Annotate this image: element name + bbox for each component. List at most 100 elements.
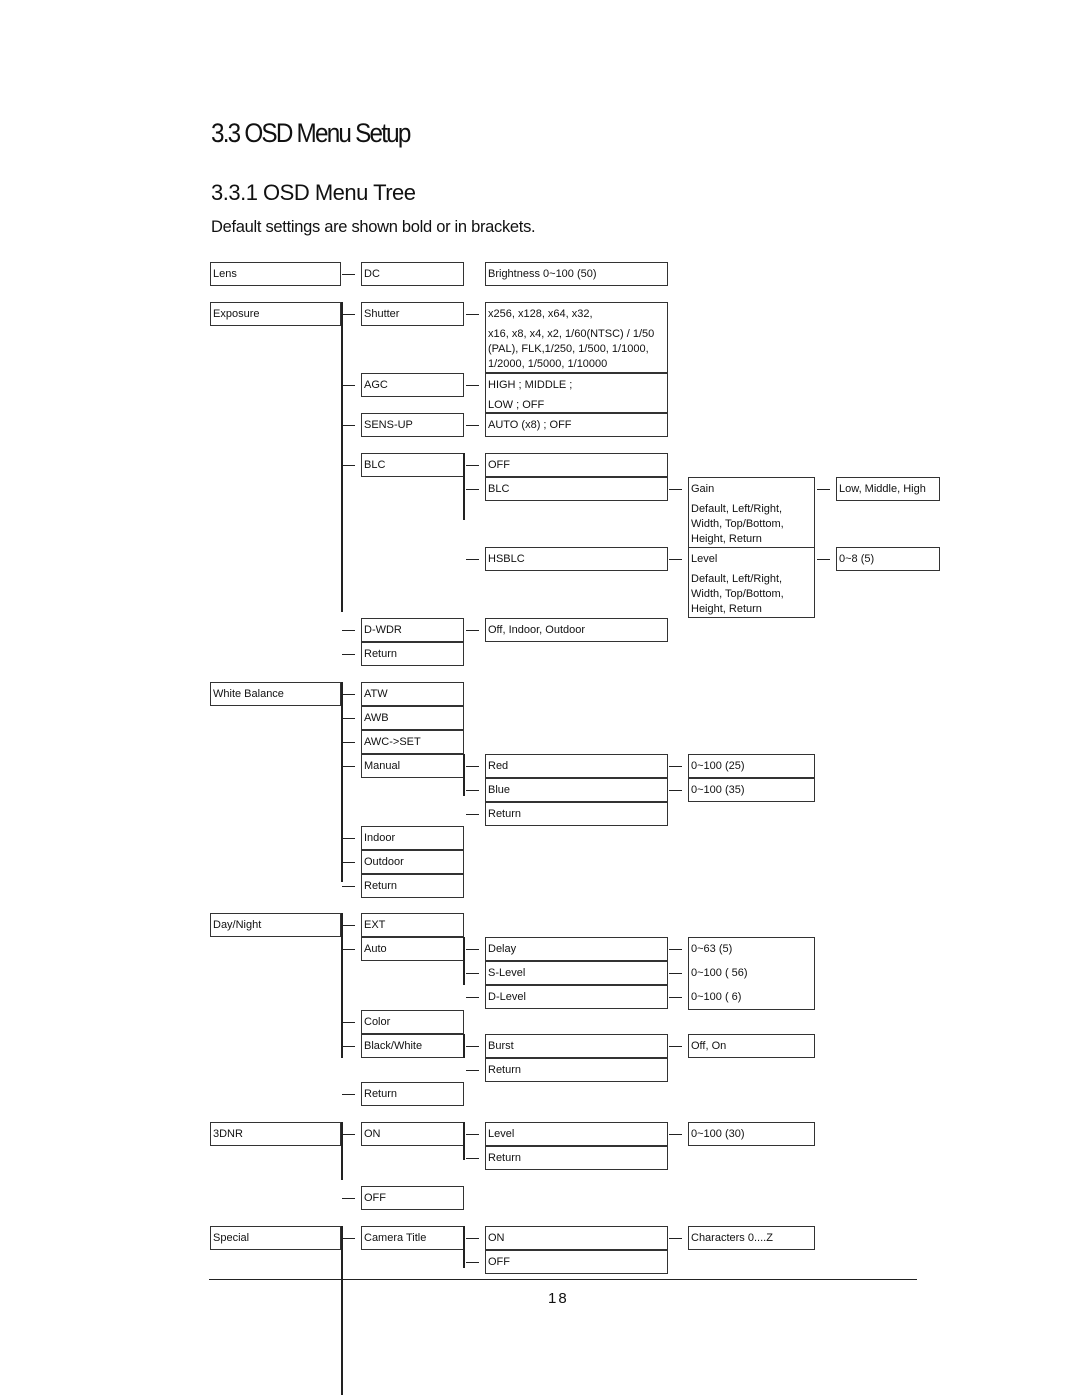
connector-line — [669, 1134, 682, 1135]
connector-line — [342, 838, 355, 839]
connector-line — [342, 718, 355, 719]
menu-root-item: 3DNR — [210, 1122, 341, 1146]
connector-trunk — [463, 1034, 465, 1058]
connector-line — [466, 1262, 479, 1263]
menu-item: AWB — [361, 706, 464, 730]
connector-trunk — [341, 913, 343, 1058]
menu-item-label: 0~100 (30) — [691, 1128, 745, 1140]
connector-line — [342, 1134, 355, 1135]
menu-item-label: DC — [364, 268, 380, 280]
connector-line — [342, 694, 355, 695]
menu-item-label: Red — [488, 760, 509, 772]
menu-item-label: EXT — [364, 919, 386, 931]
menu-item-label: Shutter — [364, 308, 400, 320]
connector-line — [342, 925, 355, 926]
menu-item: 0~100 (35) — [688, 778, 815, 802]
menu-item: D-Level — [485, 985, 668, 1009]
menu-item-label: Blue — [488, 784, 511, 796]
menu-item-label: Default, Left/Right, — [691, 573, 783, 585]
menu-item-label: HIGH ; MIDDLE ; — [488, 379, 573, 391]
menu-item: Return — [361, 1082, 464, 1106]
connector-line — [466, 425, 479, 426]
menu-item-label: x256, x128, x64, x32, — [488, 308, 593, 320]
menu-item-label: 0~100 ( 6) — [691, 991, 742, 1003]
menu-item-label: Black/White — [364, 1040, 423, 1052]
menu-item: OFF — [485, 1250, 668, 1274]
menu-item-label: Off, Indoor, Outdoor — [488, 624, 586, 636]
menu-item: Return — [361, 642, 464, 666]
menu-item: AWC->SET — [361, 730, 464, 754]
connector-line — [669, 973, 682, 974]
menu-item: D-WDR — [361, 618, 464, 642]
connector-line — [342, 1046, 355, 1047]
menu-item-label: OFF — [364, 1192, 386, 1204]
connector-line — [466, 1238, 479, 1239]
menu-item: 0~63 (5) 0~100 ( 56) 0~100 ( 6) — [688, 937, 815, 1010]
connector-trunk — [463, 1122, 465, 1160]
menu-item-label: White Balance — [213, 688, 284, 700]
menu-item-label: Return — [488, 1064, 522, 1076]
connector-line — [817, 489, 830, 490]
menu-item: Return — [485, 802, 668, 826]
menu-item-label: Day/Night — [213, 919, 262, 931]
connector-trunk — [463, 453, 465, 520]
menu-item: Off, On — [688, 1034, 815, 1058]
menu-item-label: ON — [488, 1232, 505, 1244]
menu-item-label: Off, On — [691, 1040, 727, 1052]
menu-item-label: D-Level — [488, 991, 526, 1003]
menu-item-label: Height, Return — [691, 603, 762, 615]
menu-item: HIGH ; MIDDLE ; LOW ; OFF — [485, 373, 668, 413]
menu-item-label: SENS-UP — [364, 419, 413, 431]
connector-line — [342, 886, 355, 887]
connector-line — [466, 973, 479, 974]
menu-item: 0~100 (30) — [688, 1122, 815, 1146]
menu-item: 0~100 (25) — [688, 754, 815, 778]
connector-line — [342, 949, 355, 950]
connector-line — [342, 465, 355, 466]
connector-line — [466, 489, 479, 490]
menu-item-label: x16, x8, x4, x2, 1/60(NTSC) / 1/50 — [488, 328, 655, 340]
connector-line — [342, 314, 355, 315]
menu-item-label: ATW — [364, 688, 388, 700]
menu-root-item: Day/Night — [210, 913, 341, 937]
menu-item-label: ON — [364, 1128, 381, 1140]
menu-item-label: AUTO (x8) ; OFF — [488, 419, 572, 431]
menu-item: Off, Indoor, Outdoor — [485, 618, 668, 642]
menu-item-label: (PAL), FLK,1/250, 1/500, 1/1000, — [488, 343, 649, 355]
menu-item-label: 0~8 (5) — [839, 553, 875, 565]
menu-item-label: 0~100 ( 56) — [691, 967, 748, 979]
connector-line — [342, 274, 355, 275]
menu-item: Red — [485, 754, 668, 778]
menu-item: ATW — [361, 682, 464, 706]
menu-item: Color — [361, 1010, 464, 1034]
menu-item: EXT — [361, 913, 464, 937]
connector-trunk — [341, 302, 343, 612]
menu-item: Low, Middle, High — [836, 477, 940, 501]
menu-item-label: 0~100 (25) — [691, 760, 745, 772]
connector-line — [669, 1046, 682, 1047]
defaults-note: Default settings are shown bold or in br… — [211, 218, 536, 236]
connector-line — [342, 1198, 355, 1199]
connector-line — [466, 1046, 479, 1047]
menu-item: DC — [361, 262, 464, 286]
connector-line — [669, 997, 682, 998]
connector-line — [669, 949, 682, 950]
menu-item: Black/White — [361, 1034, 464, 1058]
menu-item-label: Delay — [488, 943, 517, 955]
section-title: 3.3 OSD Menu Setup — [211, 118, 411, 148]
connector-line — [466, 949, 479, 950]
menu-item: OFF — [485, 453, 668, 477]
menu-item: Camera Title — [361, 1226, 464, 1250]
menu-item-label: Auto — [364, 943, 387, 955]
connector-line — [669, 559, 682, 560]
connector-line — [669, 489, 682, 490]
menu-item-label: Manual — [364, 760, 401, 772]
connector-line — [669, 1238, 682, 1239]
menu-item: Outdoor — [361, 850, 464, 874]
menu-item-label: S-Level — [488, 967, 526, 979]
menu-item: OFF — [361, 1186, 464, 1210]
menu-item-label: BLC — [488, 483, 510, 495]
menu-item: SENS-UP — [361, 413, 464, 437]
connector-line — [466, 790, 479, 791]
menu-root-item: White Balance — [210, 682, 341, 706]
